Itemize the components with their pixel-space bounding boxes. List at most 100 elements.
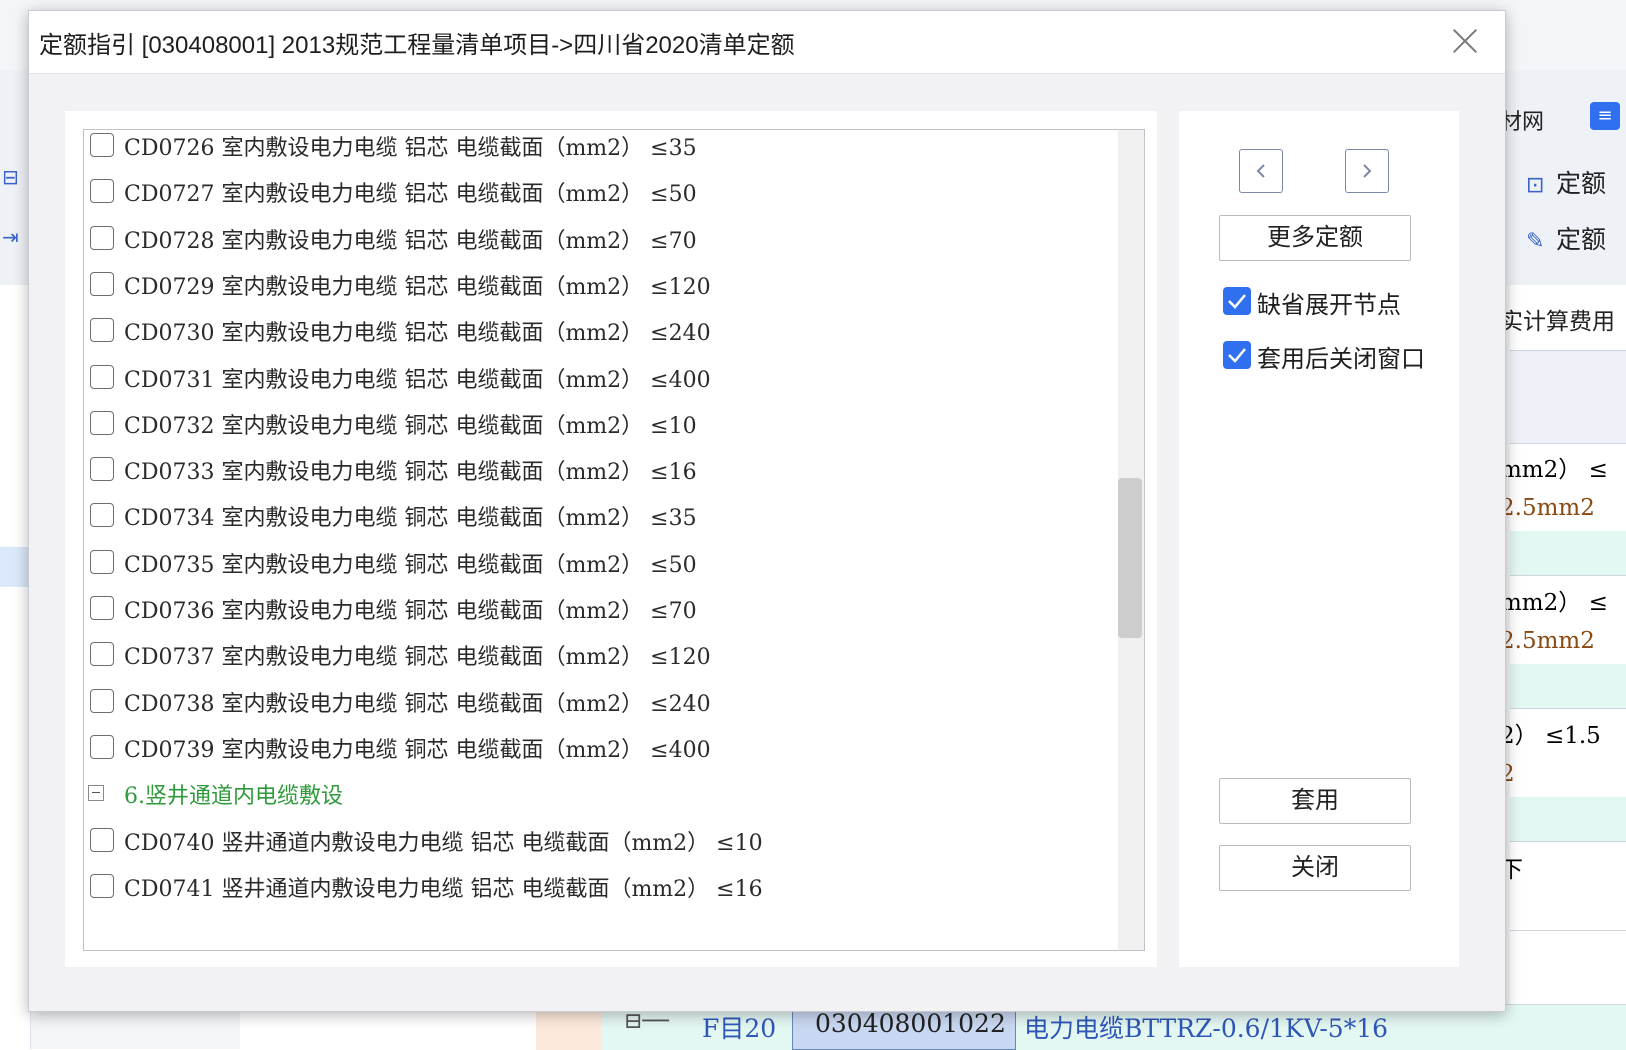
quota-list-item[interactable]: CD0736 室内敷设电力电缆 铜芯 电缆截面（mm2） ≤70	[84, 596, 1104, 641]
quota-list-item[interactable]: CD0734 室内敷设电力电缆 铜芯 电缆截面（mm2） ≤35	[84, 503, 1104, 548]
item-checkbox[interactable]	[90, 503, 114, 528]
item-checkbox[interactable]	[90, 734, 114, 759]
collapse-icon[interactable]	[88, 785, 104, 802]
chevron-left-icon	[1256, 164, 1265, 178]
more-quota-button[interactable]: 更多定额	[1219, 215, 1411, 261]
item-checkbox[interactable]	[90, 271, 114, 296]
quota-list-item[interactable]: CD0738 室内敷设电力电缆 铜芯 电缆截面（mm2） ≤240	[84, 688, 1104, 734]
toolbar-item-quota-2[interactable]: ✎ 定额	[1526, 220, 1606, 256]
grid-line	[1510, 443, 1626, 444]
quota-list-item[interactable]: CD0739 室内敷设电力电缆 铜芯 电缆截面（mm2） ≤400	[84, 734, 1104, 780]
item-checkbox[interactable]	[90, 596, 114, 620]
apply-button[interactable]: 套用	[1219, 778, 1411, 824]
item-label: CD0740 竖井通道内敷设电力电缆 铝芯 电缆截面（mm2） ≤10	[124, 830, 763, 856]
close-after-apply-label: 套用后关闭窗口	[1257, 346, 1425, 373]
quota-list-item[interactable]: CD0732 室内敷设电力电缆 铜芯 电缆截面（mm2） ≤10	[84, 410, 1104, 456]
item-label: CD0741 竖井通道内敷设电力电缆 铝芯 电缆截面（mm2） ≤16	[124, 876, 763, 902]
quota-list-item[interactable]: CD0727 室内敷设电力电缆 铝芯 电缆截面（mm2） ≤50	[84, 179, 1104, 224]
grid-cell: 2.5mm2	[1500, 628, 1595, 654]
grid-line	[1510, 930, 1626, 931]
item-label: CD0727 室内敷设电力电缆 铝芯 电缆截面（mm2） ≤50	[124, 182, 697, 208]
row-list-code: 030408001022	[815, 1009, 1006, 1038]
quota-guide-dialog: 定额指引 [030408001] 2013规范工程量清单项目->四川省2020清…	[28, 10, 1506, 1012]
close-button[interactable]: 关闭	[1219, 845, 1411, 891]
quota-list-item[interactable]: CD0741 竖井通道内敷设电力电缆 铝芯 电缆截面（mm2） ≤16	[84, 873, 1104, 919]
toolbar-item-quota-1[interactable]: ⊡ 定额	[1526, 164, 1606, 200]
grid-band	[1510, 664, 1626, 708]
item-checkbox[interactable]	[90, 133, 114, 157]
dialog-titlebar[interactable]: 定额指引 [030408001] 2013规范工程量清单项目->四川省2020清…	[29, 11, 1505, 74]
grid-cell: 2.5mm2	[1500, 495, 1595, 521]
item-checkbox[interactable]	[90, 873, 114, 898]
item-label: CD0734 室内敷设电力电缆 铜芯 电缆截面（mm2） ≤35	[124, 506, 697, 532]
quota-list-item[interactable]: CD0740 竖井通道内敷设电力电缆 铝芯 电缆截面（mm2） ≤10	[84, 827, 1104, 873]
item-label: CD0732 室内敷设电力电缆 铜芯 电缆截面（mm2） ≤10	[124, 413, 697, 439]
scrollbar-thumb[interactable]	[1118, 478, 1142, 638]
collapse-icon[interactable]: ⊟──	[624, 1009, 669, 1034]
row-code: F目20	[702, 1014, 777, 1043]
quota-list-item[interactable]: CD0737 室内敷设电力电缆 铜芯 电缆截面（mm2） ≤120	[84, 642, 1104, 687]
brush-icon: ✎	[1526, 229, 1545, 254]
export-icon[interactable]: ⇥	[2, 225, 22, 249]
item-checkbox[interactable]	[90, 827, 114, 852]
item-checkbox[interactable]	[90, 549, 114, 574]
grid-line	[1510, 575, 1626, 576]
item-checkbox[interactable]	[90, 364, 114, 389]
quota-list-item[interactable]: CD0728 室内敷设电力电缆 铝芯 电缆截面（mm2） ≤70	[84, 225, 1104, 271]
item-label: CD0733 室内敷设电力电缆 铜芯 电缆截面（mm2） ≤16	[124, 460, 697, 486]
item-label: CD0739 室内敷设电力电缆 铜芯 电缆截面（mm2） ≤400	[124, 737, 711, 763]
item-checkbox[interactable]	[90, 225, 114, 250]
grid-cell: mm2） ≤	[1500, 590, 1608, 616]
expand-default-checkbox[interactable]	[1223, 287, 1251, 315]
previous-button[interactable]	[1239, 149, 1283, 193]
item-label: CD0729 室内敷设电力电缆 铝芯 电缆截面（mm2） ≤120	[124, 274, 711, 300]
close-after-apply-checkbox[interactable]	[1223, 341, 1251, 369]
chevron-right-icon	[1363, 164, 1372, 178]
item-label: CD0728 室内敷设电力电缆 铝芯 电缆截面（mm2） ≤70	[124, 228, 697, 254]
item-label: CD0735 室内敷设电力电缆 铜芯 电缆截面（mm2） ≤50	[124, 552, 697, 578]
selected-nav-row[interactable]	[0, 547, 30, 587]
quota-list-item[interactable]: CD0726 室内敷设电力电缆 铝芯 电缆截面（mm2） ≤35	[84, 133, 1104, 178]
quota-list[interactable]: CD0726 室内敷设电力电缆 铝芯 电缆截面（mm2） ≤35 CD0727 室…	[83, 129, 1145, 951]
grid-line	[1510, 841, 1626, 842]
close-icon[interactable]	[1447, 23, 1483, 59]
item-checkbox[interactable]	[90, 410, 114, 435]
quota-list-item[interactable]: CD0729 室内敷设电力电缆 铝芯 电缆截面（mm2） ≤120	[84, 271, 1104, 317]
item-checkbox[interactable]	[90, 179, 114, 204]
quota-search-icon: ⊡	[1526, 173, 1545, 198]
grid-cell: 下	[1500, 857, 1523, 883]
fee-label: 实计算费用	[1500, 309, 1615, 335]
item-checkbox[interactable]	[90, 457, 114, 482]
item-label: CD0726 室内敷设电力电缆 铝芯 电缆截面（mm2） ≤35	[124, 136, 697, 161]
grid-band	[1510, 797, 1626, 841]
quota-list-item[interactable]: CD0735 室内敷设电力电缆 铜芯 电缆截面（mm2） ≤50	[84, 549, 1104, 595]
grid-line	[1510, 708, 1626, 709]
checkmark-icon	[1228, 294, 1246, 309]
item-label: CD0736 室内敷设电力电缆 铜芯 电缆截面（mm2） ≤70	[124, 599, 697, 624]
group-row[interactable]: 6.竖井通道内电缆敷设	[84, 782, 1104, 826]
next-button[interactable]	[1345, 149, 1389, 193]
grid-cell: mm2） ≤	[1500, 457, 1608, 483]
grid-cell: 2） ≤1.5	[1500, 723, 1601, 749]
group-label: 6.竖井通道内电缆敷设	[124, 784, 343, 810]
action-panel: 更多定额 缺省展开节点 套用后关闭窗口 套用 关闭	[1179, 111, 1459, 967]
document-icon[interactable]: ⊟	[2, 165, 22, 189]
checkmark-icon	[1228, 348, 1246, 363]
item-checkbox[interactable]	[90, 642, 114, 667]
vertical-scrollbar[interactable]	[1118, 130, 1144, 950]
quota-list-item[interactable]: CD0733 室内敷设电力电缆 铜芯 电缆截面（mm2） ≤16	[84, 457, 1104, 502]
quota-list-item[interactable]: CD0730 室内敷设电力电缆 铝芯 电缆截面（mm2） ≤240	[84, 318, 1104, 363]
grid-header	[1510, 351, 1626, 443]
item-label: CD0730 室内敷设电力电缆 铝芯 电缆截面（mm2） ≤240	[124, 321, 711, 347]
item-checkbox[interactable]	[90, 688, 114, 713]
item-checkbox[interactable]	[90, 318, 114, 343]
item-label: CD0737 室内敷设电力电缆 铜芯 电缆截面（mm2） ≤120	[124, 645, 711, 671]
quota-list-panel: CD0726 室内敷设电力电缆 铝芯 电缆截面（mm2） ≤35 CD0727 室…	[65, 111, 1157, 967]
document-icon[interactable]: ≡	[1590, 102, 1620, 130]
left-navigation-strip: ⊟ ⇥	[0, 165, 31, 1049]
grid-cell: 2	[1500, 761, 1515, 787]
quota-list-item[interactable]: CD0731 室内敷设电力电缆 铝芯 电缆截面（mm2） ≤400	[84, 364, 1104, 410]
toolbar-item-materials[interactable]: 材网	[1500, 104, 1544, 136]
dialog-title: 定额指引 [030408001] 2013规范工程量清单项目->四川省2020清…	[39, 32, 795, 59]
grid-band	[1510, 531, 1626, 575]
